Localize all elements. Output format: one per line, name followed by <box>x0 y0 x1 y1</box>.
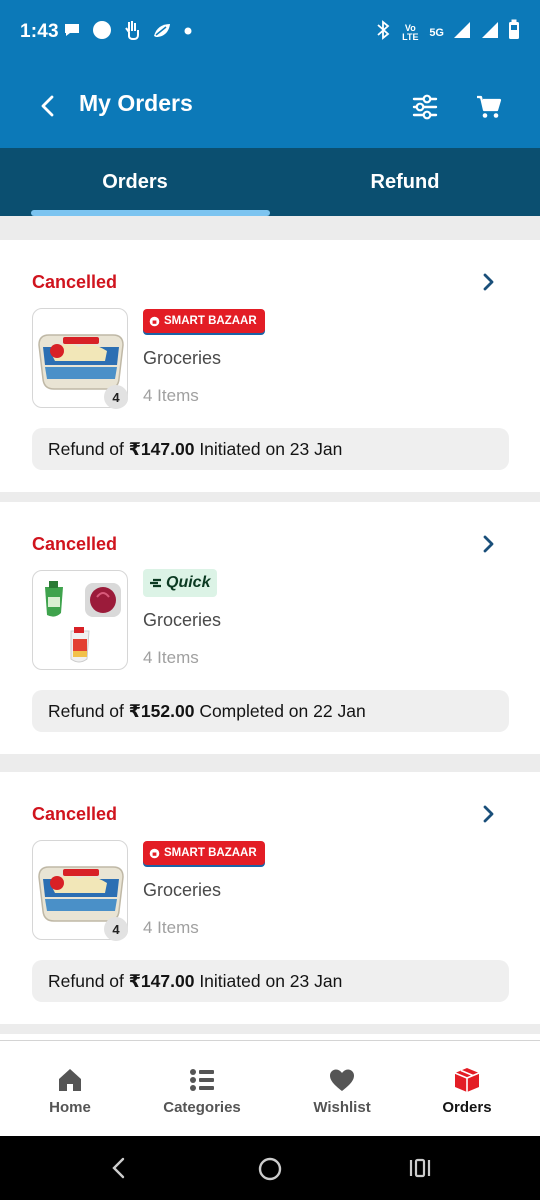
store-name: SMART BAZAAR <box>164 315 257 327</box>
battery-icon <box>508 19 520 46</box>
recents-icon[interactable] <box>408 1156 432 1180</box>
refund-amount: ₹147.00 <box>128 438 195 459</box>
filter-button[interactable] <box>404 86 446 128</box>
order-status: Cancelled <box>32 272 118 292</box>
order-card[interactable]: Cancelled Quick Groceries 4 Items Refund… <box>0 502 540 754</box>
refund-amount: ₹147.00 <box>128 970 195 991</box>
hand-icon <box>122 19 142 46</box>
item-count: 4 Items <box>143 648 199 667</box>
bottom-navigation: Home Categories Wishlist Orders <box>0 1040 540 1136</box>
signal-icon <box>480 20 500 45</box>
home-icon <box>59 1069 81 1091</box>
refund-status: Refund of ₹147.00 Initiated on 23 Jan <box>32 960 509 1002</box>
refund-status: Refund of ₹147.00 Initiated on 23 Jan <box>32 428 509 470</box>
status-bar: 1:43 Vo LTE 5G <box>0 0 540 64</box>
quick-logo-icon <box>150 578 161 588</box>
nav-label: Home <box>49 1099 91 1116</box>
volte-icon: Vo LTE <box>402 22 419 42</box>
back-icon[interactable] <box>108 1156 130 1180</box>
dot-icon <box>182 24 194 42</box>
order-category: Groceries <box>143 610 222 630</box>
home-circle-icon[interactable] <box>257 1156 283 1182</box>
circle-icon <box>91 19 113 46</box>
quantity-badge: 4 <box>104 385 128 409</box>
system-navigation-bar <box>0 1136 540 1200</box>
tab-orders[interactable]: Orders <box>0 148 270 216</box>
signal-icon <box>452 20 472 45</box>
page-title: My Orders <box>79 90 193 116</box>
nav-wishlist[interactable]: Wishlist <box>302 1041 382 1137</box>
categories-icon <box>190 1069 214 1091</box>
back-button[interactable] <box>28 86 68 126</box>
app-bar: My Orders <box>0 64 540 148</box>
order-status: Cancelled <box>32 534 118 554</box>
nav-label: Orders <box>442 1099 492 1116</box>
smart-bazaar-logo-icon <box>149 316 160 326</box>
box-icon <box>454 1068 480 1092</box>
chevron-right-icon[interactable] <box>478 272 498 292</box>
store-badge: SMART BAZAAR <box>143 309 265 333</box>
nav-label: Wishlist <box>313 1099 371 1116</box>
product-thumbnail <box>32 570 128 670</box>
chat-bubble-icon <box>62 20 82 45</box>
nav-home[interactable]: Home <box>30 1041 110 1137</box>
order-status: Cancelled <box>32 804 118 824</box>
store-name: SMART BAZAAR <box>164 847 257 859</box>
nav-categories[interactable]: Categories <box>152 1041 252 1137</box>
nav-orders[interactable]: Orders <box>427 1041 507 1137</box>
chevron-right-icon[interactable] <box>478 534 498 554</box>
cart-icon <box>477 95 502 118</box>
order-category: Groceries <box>143 880 222 900</box>
refund-amount: ₹152.00 <box>128 700 195 721</box>
smart-bazaar-logo-icon <box>149 848 160 858</box>
orders-list[interactable]: Cancelled 4 SMART BAZAAR Groceries 4 Ite… <box>0 216 540 1040</box>
order-card[interactable]: Cancelled 4 SMART BAZAAR Groceries 4 Ite… <box>0 240 540 492</box>
order-card[interactable]: Cancelled 4 SMART BAZAAR Groceries 4 Ite… <box>0 772 540 1024</box>
store-badge: SMART BAZAAR <box>143 841 265 865</box>
heart-icon <box>330 1069 354 1091</box>
5g-icon: 5G <box>429 26 444 39</box>
tab-bar: Orders Refund <box>0 148 540 216</box>
quantity-badge: 4 <box>104 917 128 941</box>
sliders-icon <box>412 94 438 120</box>
tab-refund[interactable]: Refund <box>270 148 540 216</box>
store-badge: Quick <box>143 569 218 597</box>
store-name: Quick <box>166 574 211 591</box>
item-count: 4 Items <box>143 918 199 937</box>
nav-label: Categories <box>163 1099 241 1116</box>
chevron-right-icon[interactable] <box>478 804 498 824</box>
refund-status: Refund of ₹152.00 Completed on 22 Jan <box>32 690 509 732</box>
item-count: 4 Items <box>143 386 199 405</box>
order-category: Groceries <box>143 348 222 368</box>
leaf-icon <box>151 20 173 45</box>
status-time: 1:43 <box>20 21 59 42</box>
chevron-left-icon <box>41 95 54 117</box>
cart-button[interactable] <box>468 86 510 128</box>
bluetooth-icon <box>375 19 391 46</box>
